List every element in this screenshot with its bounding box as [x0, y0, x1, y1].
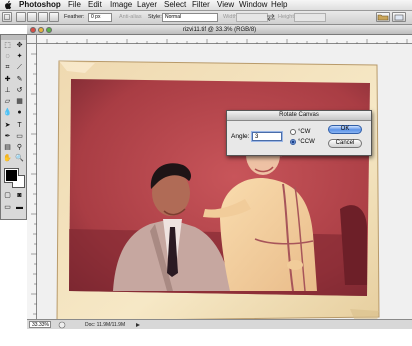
apple-menu-icon[interactable] [3, 0, 15, 10]
document-size-info: Doc: 11.9M/11.9M [85, 322, 126, 328]
eraser-tool-icon[interactable]: ▱ [2, 97, 13, 107]
hand-tool-icon[interactable]: ✋ [2, 154, 13, 164]
angle-input[interactable]: 3 [252, 132, 282, 141]
style-select[interactable]: Normal [162, 13, 218, 22]
blur-tool-icon[interactable]: 💧 [2, 108, 13, 118]
menu-photoshop[interactable]: Photoshop [19, 0, 61, 10]
magic-wand-tool-icon[interactable]: ✦ [14, 52, 25, 62]
history-brush-tool-icon[interactable]: ↺ [14, 86, 25, 96]
eyedropper-tool-icon[interactable]: ⚲ [14, 143, 25, 153]
clone-stamp-tool-icon[interactable]: ⊥ [2, 86, 13, 96]
height-label: Height: [278, 14, 296, 20]
tools-palette: ⬚ ✥ ◌ ✦ ⌗ ⟋ ✚ ✎ ⊥ ↺ ▱ ▦ 💧 ● ➤ T ✒ ▭ ▤ ⚲ … [0, 34, 27, 220]
path-selection-tool-icon[interactable]: ➤ [2, 121, 13, 131]
pen-tool-icon[interactable]: ✒ [2, 132, 13, 142]
dialog-title-bar[interactable]: Rotate Canvas [227, 111, 371, 121]
menu-help[interactable]: Help [271, 0, 287, 10]
type-tool-icon[interactable]: T [14, 121, 25, 131]
ruler-ticks-top [46, 39, 408, 44]
palette-well-icon [394, 14, 404, 21]
screen-mode-standard-icon[interactable]: ▭ [2, 203, 13, 213]
menu-filter[interactable]: Filter [192, 0, 210, 10]
cw-label[interactable]: °CW [298, 128, 310, 136]
feather-field[interactable]: 0 px [88, 13, 112, 22]
status-popup-arrow-icon[interactable] [135, 322, 141, 328]
intersect-selection-button[interactable] [49, 12, 59, 22]
foreground-color-swatch-front[interactable] [5, 169, 18, 182]
brush-tool-icon[interactable]: ✎ [14, 75, 25, 85]
horizontal-ruler[interactable] [37, 35, 412, 44]
zoom-tool-icon[interactable]: 🔍 [14, 154, 25, 164]
menu-edit[interactable]: Edit [88, 0, 102, 10]
marquee-tool-icon[interactable]: ⬚ [2, 41, 13, 51]
menu-window[interactable]: Window [239, 0, 267, 10]
crop-tool-icon[interactable]: ⌗ [2, 63, 13, 73]
dialog-title: Rotate Canvas [279, 112, 319, 118]
antialias-checkbox[interactable]: Anti-alias [119, 13, 142, 21]
ruler-origin[interactable] [27, 35, 37, 44]
cancel-button[interactable]: Cancel [328, 139, 362, 148]
angle-label: Angle: [231, 133, 250, 140]
rect-marquee-icon [4, 14, 10, 20]
height-field[interactable] [294, 13, 326, 22]
gradient-tool-icon[interactable]: ▦ [14, 97, 25, 107]
file-browser-button[interactable] [376, 12, 390, 22]
document-title-bar[interactable]: rizvi11.tif @ 33.3% (RGB/8) [27, 25, 412, 35]
menu-bar: Photoshop File Edit Image Layer Select F… [0, 0, 412, 11]
slice-tool-icon[interactable]: ⟋ [14, 63, 25, 73]
style-label: Style: [148, 14, 162, 20]
standard-mode-icon[interactable]: ▢ [2, 191, 13, 201]
ruler-ticks-left [31, 53, 37, 315]
ccw-radio[interactable] [290, 139, 296, 145]
add-to-selection-button[interactable] [27, 12, 37, 22]
palette-well-button[interactable] [392, 12, 406, 22]
canvas-image[interactable] [55, 59, 381, 322]
folder-icon [377, 14, 389, 21]
dodge-tool-icon[interactable]: ● [14, 108, 25, 118]
options-bar: Feather: 0 px Anti-alias Style: Normal W… [0, 11, 412, 25]
zoom-level-field[interactable]: 33.33% [29, 321, 51, 328]
swap-dimensions-icon[interactable] [266, 13, 276, 21]
ccw-label[interactable]: °CCW [298, 138, 315, 146]
subtract-from-selection-button[interactable] [38, 12, 48, 22]
lasso-tool-icon[interactable]: ◌ [2, 52, 13, 62]
menu-view[interactable]: View [217, 0, 234, 10]
width-field[interactable] [236, 13, 268, 22]
feather-label: Feather: [64, 14, 85, 20]
new-selection-button[interactable] [16, 12, 26, 22]
menu-layer[interactable]: Layer [137, 0, 157, 10]
notes-tool-icon[interactable]: ▤ [2, 143, 13, 153]
menu-file[interactable]: File [68, 0, 81, 10]
ok-button[interactable]: OK [328, 125, 362, 134]
move-tool-icon[interactable]: ✥ [14, 41, 25, 51]
healing-brush-tool-icon[interactable]: ✚ [2, 75, 13, 85]
rotate-canvas-dialog: Rotate Canvas Angle: 3 °CW °CCW OK Cance… [226, 110, 372, 156]
status-menu-icon[interactable] [58, 321, 66, 329]
shape-tool-icon[interactable]: ▭ [14, 132, 25, 142]
tool-preset-picker[interactable] [2, 12, 12, 22]
vertical-ruler[interactable] [27, 44, 37, 319]
menu-select[interactable]: Select [164, 0, 186, 10]
cw-radio[interactable] [290, 129, 296, 135]
document-title: rizvi11.tif @ 33.3% (RGB/8) [182, 27, 257, 33]
document-status-bar: 33.33% Doc: 11.9M/11.9M [27, 319, 412, 329]
quick-mask-mode-icon[interactable]: ◙ [14, 191, 25, 201]
menu-image[interactable]: Image [110, 0, 132, 10]
screen-mode-full-icon[interactable]: ▬ [14, 203, 25, 213]
